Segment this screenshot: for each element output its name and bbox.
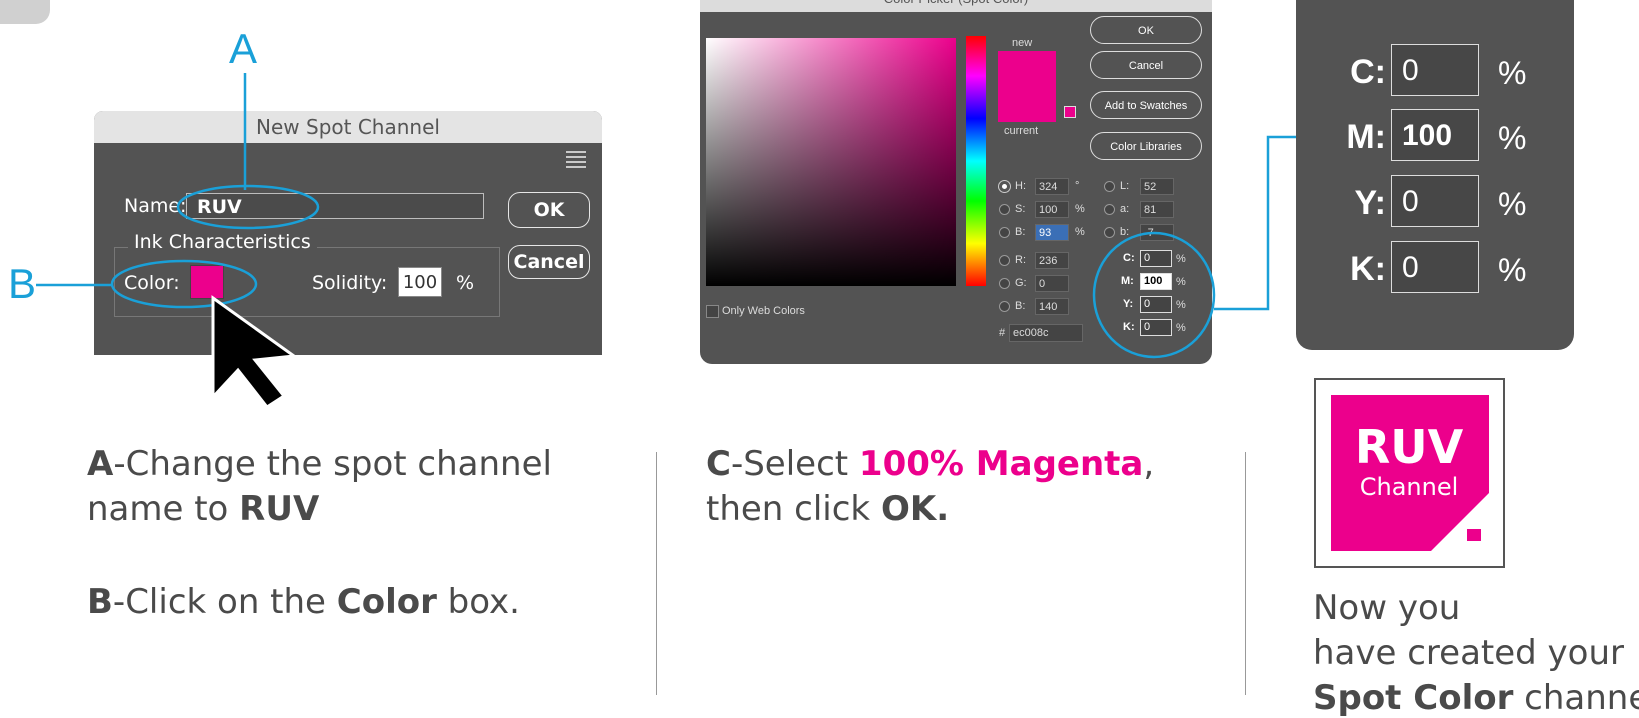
h-label: H:: [1015, 180, 1026, 192]
zoom-k-label: K:: [1350, 250, 1386, 288]
zoom-y-unit: %: [1498, 186, 1527, 222]
zoom-y-label: Y:: [1354, 184, 1386, 222]
g-label: G:: [1015, 277, 1027, 289]
blue-row: B: 140: [999, 298, 1089, 316]
caption-c-letter: C: [706, 444, 731, 484]
r-input[interactable]: 236: [1035, 252, 1069, 269]
s-radio[interactable]: [999, 204, 1010, 215]
zoom-m-input: 100: [1391, 109, 1479, 161]
only-web-colors-label: Only Web Colors: [722, 305, 805, 317]
callout-c-line: [1214, 135, 1308, 311]
blue-label: B:: [1015, 300, 1026, 312]
hue-slider[interactable]: [966, 36, 986, 286]
h-row: H: 324 °: [999, 178, 1089, 196]
callout-b-ellipse: [110, 259, 258, 309]
callout-a-ellipse: [176, 184, 320, 230]
r-radio[interactable]: [999, 255, 1010, 266]
color-field[interactable]: [706, 38, 956, 286]
caption-a: A-Change the spot channel name to RUV: [87, 442, 647, 532]
h-radio[interactable]: [999, 181, 1010, 192]
b-label: B:: [1015, 226, 1026, 238]
zoom-c-label: C:: [1350, 53, 1386, 91]
caption-a-bold: RUV: [239, 489, 320, 529]
only-web-colors-checkbox[interactable]: [706, 305, 719, 318]
new-color-swatch: [998, 51, 1056, 87]
picker-ok-button[interactable]: OK: [1090, 16, 1202, 44]
r-label: R:: [1015, 254, 1026, 266]
zoom-m-unit: %: [1498, 120, 1527, 156]
picker-cancel-button[interactable]: Cancel: [1090, 51, 1202, 79]
final-line-1: Now you: [1313, 588, 1461, 628]
blue-input[interactable]: 140: [1035, 298, 1069, 315]
zoom-c-unit: %: [1498, 55, 1527, 91]
hex-input[interactable]: ec008c: [1009, 324, 1083, 342]
column-divider-1: [656, 452, 657, 695]
zoom-k-input: 0: [1391, 241, 1479, 293]
caption-b-text2: box.: [436, 582, 520, 622]
s-input[interactable]: 100: [1035, 201, 1069, 218]
add-to-swatches-button[interactable]: Add to Swatches: [1090, 91, 1202, 119]
g-radio[interactable]: [999, 278, 1010, 289]
ruv-channel-logo: RUV Channel: [1314, 378, 1505, 568]
logo-ruv-text: RUV: [1354, 420, 1464, 474]
s-unit: %: [1075, 203, 1085, 215]
final-rest: channel: [1524, 678, 1639, 718]
caption-b: B-Click on the Color box.: [87, 580, 647, 625]
current-color-swatch[interactable]: [998, 87, 1056, 122]
caption-b-letter: B: [87, 582, 113, 622]
new-label: new: [1012, 37, 1033, 49]
caption-c: C-Select 100% Magenta, then click OK.: [706, 442, 1226, 532]
h-unit: °: [1075, 180, 1080, 192]
gamut-warning-icon[interactable]: [1064, 106, 1076, 118]
zoom-k-unit: %: [1498, 252, 1527, 288]
logo-channel-text: Channel: [1359, 473, 1459, 501]
caption-b-bold: Color: [336, 582, 437, 622]
final-line-3: Spot Color channel: [1313, 678, 1639, 718]
zoom-y-input: 0: [1391, 175, 1479, 227]
cmyk-zoom-panel: C: 0 % M: 100 % Y: 0 % K: 0 %: [1296, 0, 1574, 350]
final-line-2: have created your: [1313, 633, 1624, 673]
hex-label: #: [999, 327, 1006, 339]
r-row: R: 236: [999, 252, 1089, 270]
blue-radio[interactable]: [999, 301, 1010, 312]
callout-c-circle: [1092, 231, 1216, 359]
caption-a-text: -Change the spot channel name to: [87, 444, 552, 529]
g-input[interactable]: 0: [1035, 275, 1069, 292]
s-label: S:: [1015, 203, 1026, 215]
final-bold: Spot Color: [1313, 678, 1514, 718]
zoom-m-label: M:: [1346, 118, 1386, 156]
h-input[interactable]: 324: [1035, 178, 1069, 195]
current-label: current: [1004, 125, 1039, 137]
b-row: B: 93 %: [999, 224, 1089, 242]
column-divider-2: [1245, 452, 1246, 695]
b-radio[interactable]: [999, 227, 1010, 238]
caption-a-letter: A: [87, 444, 114, 484]
caption-c-magenta: 100% Magenta: [858, 444, 1144, 484]
b-input[interactable]: 93: [1035, 224, 1069, 241]
cursor-arrow-icon: [211, 295, 299, 410]
caption-c-text1: -Select: [730, 444, 859, 484]
caption-b-text1: -Click on the: [112, 582, 337, 622]
caption-c-bold: OK.: [880, 489, 950, 529]
callout-c-overlay: [1092, 122, 1320, 359]
b-unit: %: [1075, 226, 1085, 238]
zoom-c-input: 0: [1391, 44, 1479, 96]
g-row: G: 0: [999, 275, 1089, 293]
s-row: S: 100 %: [999, 201, 1089, 219]
callout-overlay: [36, 73, 320, 410]
color-picker-title: Color Picker (Spot Color): [700, 0, 1212, 12]
